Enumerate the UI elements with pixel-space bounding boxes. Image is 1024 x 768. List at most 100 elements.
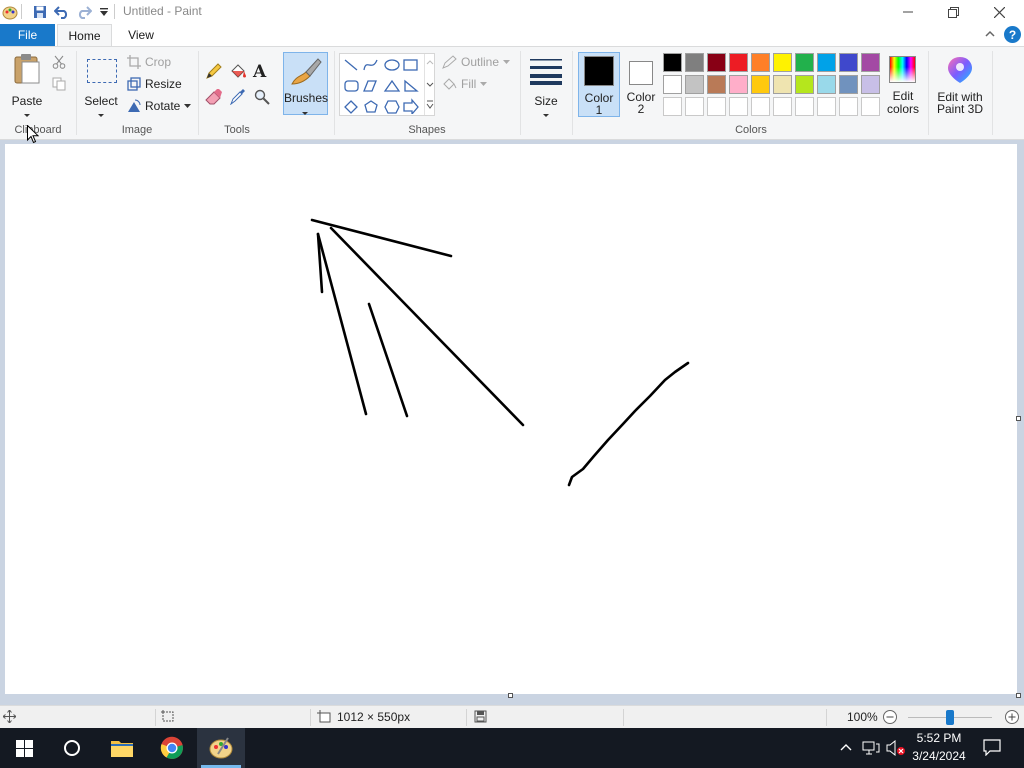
fill-button[interactable]: Fill [442, 77, 488, 91]
shapes-scroll[interactable] [424, 54, 434, 115]
custom-color-slot[interactable] [707, 97, 726, 116]
rotate-label: Rotate [145, 99, 181, 113]
size-button[interactable]: Size [525, 51, 567, 119]
chevron-down-icon [426, 60, 434, 109]
brush-stroke [367, 302, 409, 418]
brushes-button[interactable]: Brushes [283, 52, 328, 115]
color-swatch[interactable] [751, 53, 770, 72]
tab-home[interactable]: Home [57, 24, 112, 47]
custom-color-slot[interactable] [663, 97, 682, 116]
color-swatch[interactable] [685, 75, 704, 94]
color-swatch[interactable] [817, 75, 836, 94]
zoom-slider-thumb[interactable] [946, 710, 954, 725]
magnifier-icon[interactable] [254, 89, 270, 108]
color2-button[interactable]: Color 2 [621, 52, 661, 117]
color-swatch[interactable] [773, 75, 792, 94]
color-picker-icon[interactable] [229, 88, 246, 108]
color-swatch[interactable] [773, 53, 792, 72]
file-explorer-button[interactable] [98, 728, 146, 768]
outline-icon [442, 55, 457, 69]
color-swatch[interactable] [817, 53, 836, 72]
color-swatch[interactable] [729, 75, 748, 94]
drawing-canvas[interactable] [5, 144, 1017, 694]
redo-icon[interactable] [75, 3, 93, 21]
color-swatch[interactable] [861, 75, 880, 94]
canvas-resize-handle-right[interactable] [1016, 416, 1021, 421]
color-swatch[interactable] [751, 75, 770, 94]
eraser-icon[interactable] [205, 88, 223, 108]
group-divider [928, 51, 929, 135]
cut-icon[interactable] [52, 55, 66, 72]
size-label: Size [534, 94, 558, 108]
custom-color-slot[interactable] [861, 97, 880, 116]
group-label-tools: Tools [224, 124, 250, 136]
tray-overflow-icon[interactable] [839, 740, 853, 757]
canvas-resize-handle-corner[interactable] [1016, 693, 1021, 698]
tab-file[interactable]: File [0, 24, 55, 46]
resize-button[interactable]: Resize [127, 77, 182, 91]
color-swatch[interactable] [663, 75, 682, 94]
close-button[interactable] [976, 0, 1022, 24]
custom-color-slot[interactable] [685, 97, 704, 116]
custom-color-slot[interactable] [817, 97, 836, 116]
cortana-circle-icon [64, 740, 80, 756]
color-swatch[interactable] [707, 53, 726, 72]
paint-taskbar-button[interactable] [197, 728, 245, 768]
paint-app-icon[interactable] [2, 4, 18, 20]
paste-button[interactable]: Paste [6, 51, 48, 119]
select-button[interactable]: Select [80, 51, 122, 119]
color-swatch[interactable] [839, 75, 858, 94]
group-divider [198, 51, 199, 135]
cortana-search-button[interactable] [48, 728, 96, 768]
color-swatch[interactable] [795, 75, 814, 94]
paint3d-icon [948, 57, 972, 83]
crop-button[interactable]: Crop [127, 55, 171, 69]
color-swatch[interactable] [861, 53, 880, 72]
text-tool-icon[interactable]: A [253, 62, 266, 82]
tab-view[interactable]: View [115, 24, 167, 46]
color-swatch[interactable] [685, 53, 704, 72]
undo-icon[interactable] [53, 3, 71, 21]
color-swatch[interactable] [707, 75, 726, 94]
help-icon[interactable]: ? [1004, 26, 1021, 43]
custom-color-slot[interactable] [795, 97, 814, 116]
chevron-down-icon [542, 108, 550, 122]
custom-color-slot[interactable] [839, 97, 858, 116]
canvas-resize-handle-bottom[interactable] [508, 693, 513, 698]
taskbar: 5:52 PM 3/24/2024 [0, 728, 1024, 768]
group-label-colors: Colors [735, 124, 767, 136]
save-icon[interactable] [31, 3, 49, 21]
group-divider [572, 51, 573, 135]
zoom-in-button[interactable] [1004, 709, 1020, 728]
volume-muted-icon[interactable] [886, 739, 906, 759]
restore-button[interactable] [930, 0, 976, 24]
shapes-gallery[interactable] [339, 53, 435, 116]
edit-with-paint3d-button[interactable]: Edit with Paint 3D [932, 52, 988, 117]
clock-date[interactable]: 3/24/2024 [906, 749, 972, 763]
zoom-out-button[interactable] [882, 709, 898, 728]
outline-button[interactable]: Outline [442, 55, 511, 69]
minimize-button[interactable] [885, 0, 931, 24]
color-swatch[interactable] [729, 53, 748, 72]
color-swatch[interactable] [663, 53, 682, 72]
fill-bucket-icon[interactable] [229, 63, 247, 83]
collapse-ribbon-icon[interactable] [984, 28, 996, 43]
edit-colors-button[interactable]: Edit colors [883, 52, 923, 117]
fill-icon [443, 78, 457, 90]
custom-color-slot[interactable] [751, 97, 770, 116]
network-icon[interactable] [862, 740, 880, 759]
chrome-button[interactable] [148, 728, 196, 768]
clock-time[interactable]: 5:52 PM [906, 731, 972, 745]
custom-color-slot[interactable] [729, 97, 748, 116]
custom-color-slot[interactable] [773, 97, 792, 116]
customize-dropdown-icon[interactable] [95, 3, 113, 21]
copy-icon[interactable] [52, 77, 66, 94]
rotate-button[interactable]: Rotate [127, 99, 192, 113]
zoom-slider-track[interactable] [908, 710, 992, 725]
notifications-icon[interactable] [983, 739, 1001, 759]
pencil-icon[interactable] [205, 63, 222, 83]
color1-button[interactable]: Color 1 [578, 52, 620, 117]
color-swatch[interactable] [795, 53, 814, 72]
color-swatch[interactable] [839, 53, 858, 72]
start-button[interactable] [0, 728, 48, 768]
